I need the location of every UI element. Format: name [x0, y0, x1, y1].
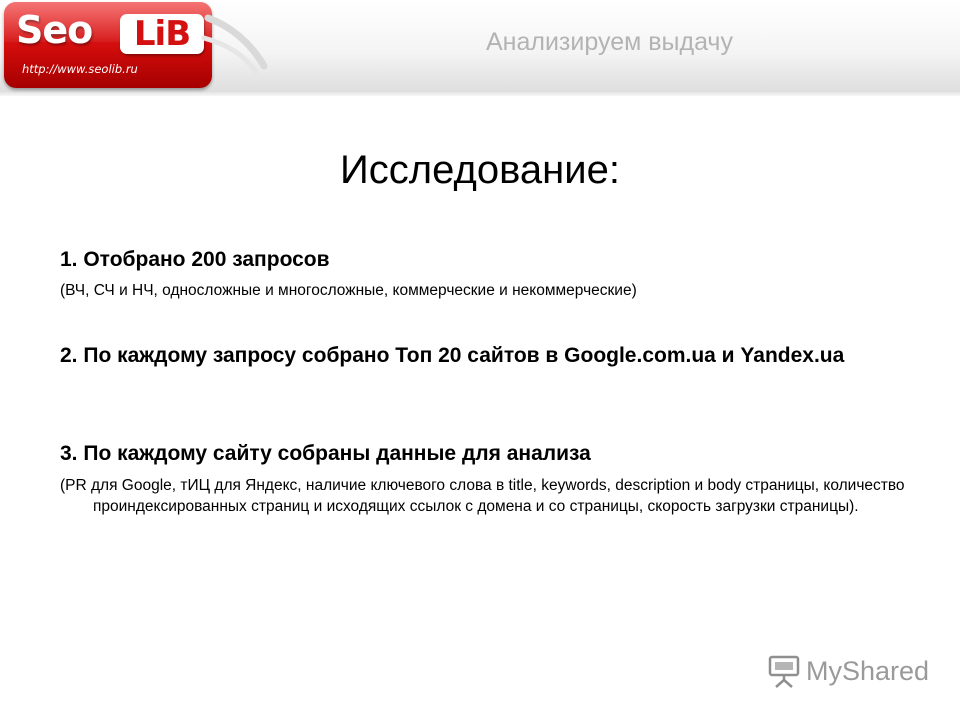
seolib-logo[interactable]: Seo LiB http://www.seolib.ru [4, 2, 212, 88]
logo-brand-seo: Seo [16, 8, 93, 52]
list-item-heading: 1. Отобрано 200 запросов [60, 248, 330, 271]
watermark-text: MyShared [806, 656, 930, 686]
list-item: 2. По каждому запросу собрано Топ 20 сай… [60, 342, 920, 369]
list-item-detail: (ВЧ, СЧ и НЧ, односложные и многосложные… [60, 282, 637, 299]
presentation-board-icon [768, 655, 800, 688]
header-title: Анализируем выдачу [486, 28, 733, 56]
header-divider [0, 92, 960, 96]
list-item-detail: (PR для Google, тИЦ для Яндекс, наличие … [60, 477, 905, 515]
list-item: 3. По каждому сайту собраны данные для а… [60, 440, 920, 517]
logo-url: http://www.seolib.ru [22, 62, 138, 76]
list-item-heading: 3. По каждому сайту собраны данные для а… [60, 442, 591, 465]
swoosh-decoration [201, 14, 268, 75]
slide-title: Исследование: [340, 148, 620, 192]
logo-brand-lib: LiB [120, 14, 204, 54]
list-item-heading: 2. По каждому запросу собрано Топ 20 сай… [60, 344, 845, 367]
list-item: 1. Отобрано 200 запросов (ВЧ, СЧ и НЧ, о… [60, 246, 920, 301]
